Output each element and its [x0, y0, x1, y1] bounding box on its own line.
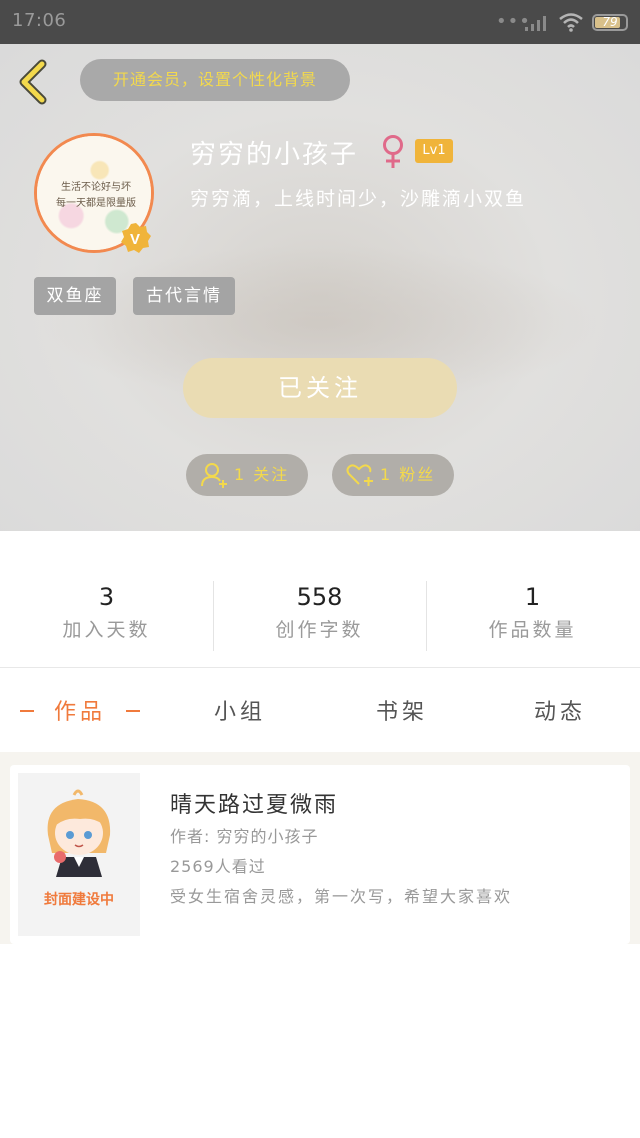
- cover-caption: 封面建设中: [44, 892, 114, 908]
- heart-add-icon: [346, 464, 373, 486]
- tab-works[interactable]: 作品: [54, 694, 106, 726]
- fans-count: 1 粉丝: [380, 465, 436, 484]
- following-count: 1 关注: [234, 465, 290, 484]
- verified-mark: V: [130, 231, 140, 248]
- battery-icon: 79: [592, 14, 628, 31]
- book-author: 作者: 穷穷的小孩子: [170, 827, 319, 846]
- tab-active-indicator: [20, 710, 34, 712]
- book-description: 受女生宿舍灵感，第一次写，希望大家喜欢: [170, 887, 513, 906]
- battery-percent: 79: [602, 15, 618, 29]
- avatar-text-line-1: 生活不论好与坏: [61, 182, 131, 193]
- stat-join-days: 3 加入天数: [0, 581, 213, 642]
- cover-illustration: [47, 789, 111, 877]
- book-views: 2569人看过: [170, 857, 266, 876]
- stat-value: 1: [524, 583, 541, 611]
- fans-button[interactable]: 1 粉丝: [332, 454, 454, 496]
- stat-value: 558: [296, 583, 343, 611]
- following-button[interactable]: 1 关注: [186, 454, 308, 496]
- book-cover: 封面建设中: [18, 773, 140, 936]
- book-title[interactable]: 晴天路过夏微雨: [170, 787, 338, 819]
- signal-icon: [525, 16, 546, 31]
- stat-label: 作品数量: [488, 619, 577, 641]
- tab-active-indicator: [126, 710, 140, 712]
- tag-zodiac[interactable]: 双鱼座: [34, 277, 116, 315]
- tag-genre[interactable]: 古代言情: [133, 277, 235, 315]
- stat-word-count: 558 创作字数: [213, 581, 426, 642]
- profile-header: 开通会员，设置个性化背景 生活不论好与坏 每一天都是限量版 V 穷穷的小孩子 L…: [0, 44, 640, 531]
- wifi-icon: [559, 13, 583, 32]
- back-arrow-icon[interactable]: [14, 58, 54, 106]
- tab-bookshelf[interactable]: 书架: [376, 694, 428, 726]
- level-badge: Lv1: [415, 139, 453, 163]
- work-card[interactable]: 封面建设中 晴天路过夏微雨 作者: 穷穷的小孩子 2569人看过 受女生宿舍灵感…: [10, 765, 630, 944]
- vip-background-button[interactable]: 开通会员，设置个性化背景: [80, 59, 350, 101]
- profile-tabs: 作品 小组 书架 动态: [0, 668, 640, 752]
- avatar-text-line-2: 每一天都是限量版: [56, 198, 136, 209]
- stat-works-count: 1 作品数量: [426, 581, 639, 642]
- stat-value: 3: [98, 583, 115, 611]
- stat-label: 创作字数: [275, 619, 364, 641]
- verified-badge-icon: V: [121, 223, 151, 253]
- user-bio: 穷穷滴，上线时间少，沙雕滴小双鱼: [190, 188, 527, 210]
- tab-groups[interactable]: 小组: [214, 694, 266, 726]
- stats-row: 3 加入天数 558 创作字数 1 作品数量: [0, 531, 640, 668]
- stat-label: 加入天数: [62, 619, 151, 641]
- user-add-icon: [201, 463, 227, 488]
- status-time: 17:06: [12, 10, 67, 31]
- followed-button[interactable]: 已关注: [183, 358, 457, 418]
- female-gender-icon: [383, 135, 403, 168]
- status-bar: 17:06 ••• 79: [0, 0, 640, 44]
- works-list: 封面建设中 晴天路过夏微雨 作者: 穷穷的小孩子 2569人看过 受女生宿舍灵感…: [0, 752, 640, 944]
- tab-activity[interactable]: 动态: [534, 694, 586, 726]
- username: 穷穷的小孩子: [190, 140, 359, 170]
